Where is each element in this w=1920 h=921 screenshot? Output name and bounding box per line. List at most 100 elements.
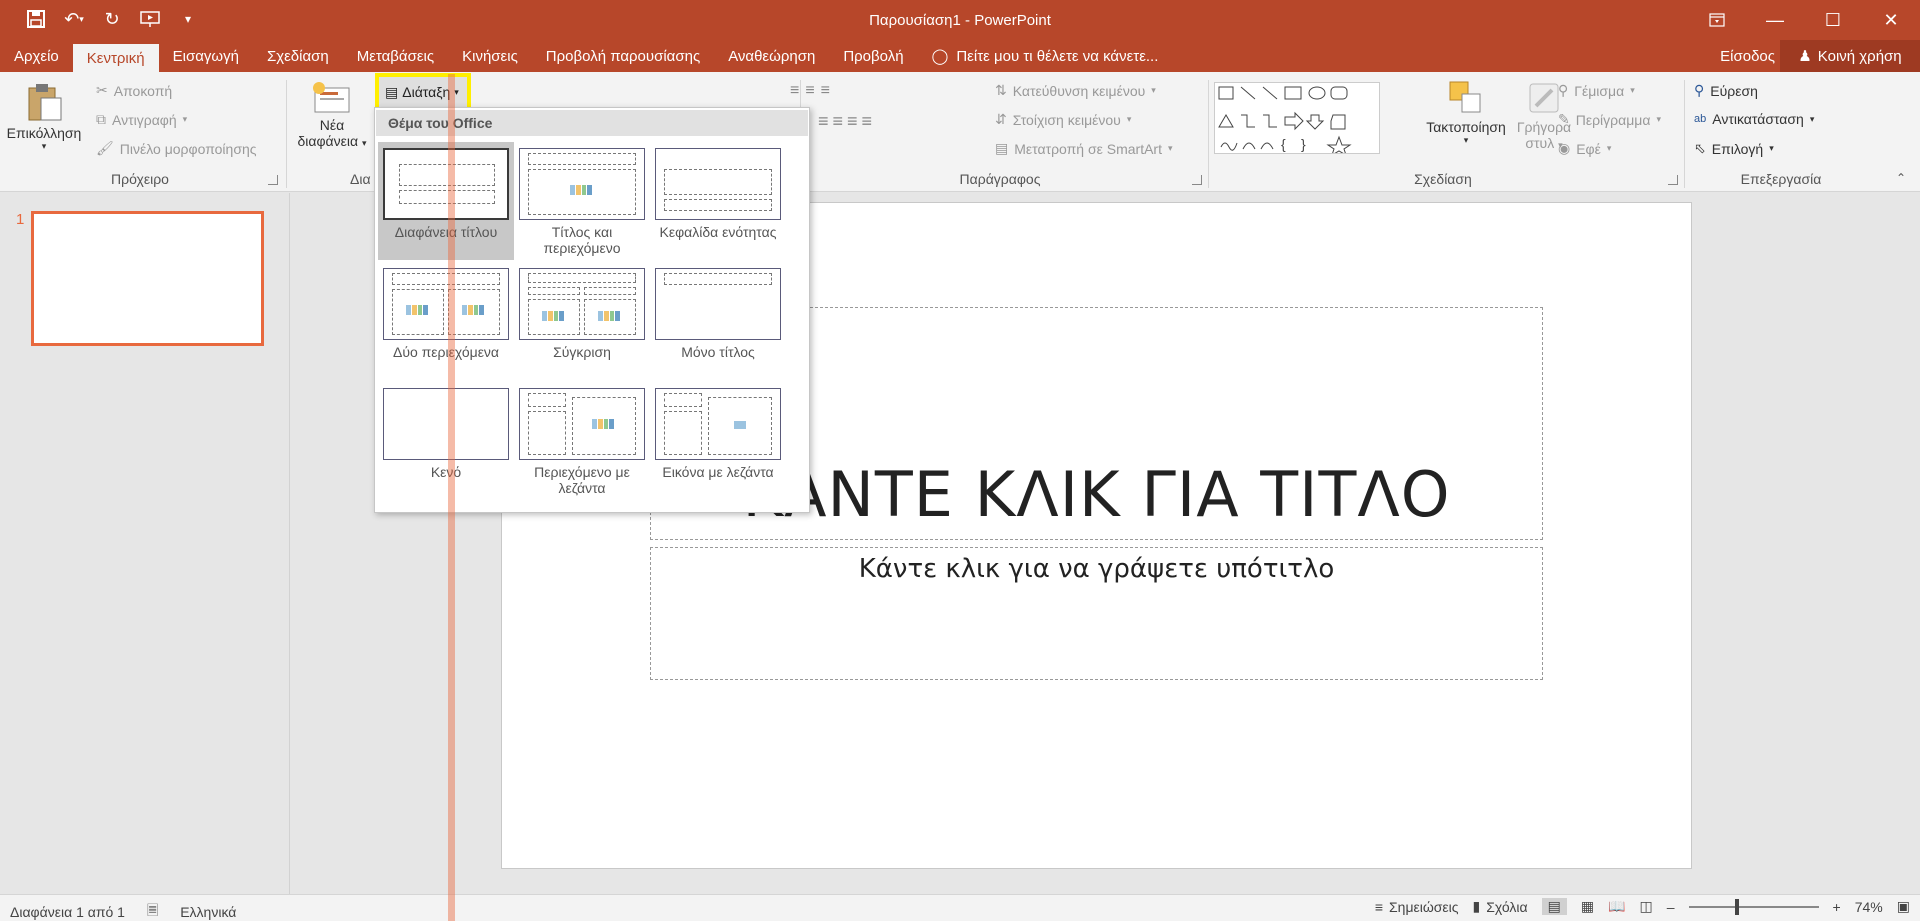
share-person-icon: ♟ [1798,48,1812,65]
group-separator [1208,80,1209,188]
tab-transitions[interactable]: Μεταβάσεις [343,40,448,72]
share-label: Κοινή χρήση [1817,47,1902,65]
new-slide-button[interactable]: Νέα διαφάνεια ▾ [290,80,374,149]
layout-label: Διάταξη [402,84,451,100]
format-painter-button[interactable]: 🖌 Πινέλο μορφοποίησης [96,140,257,157]
select-button[interactable]: ⬁ Επιλογή ▾ [1694,140,1774,157]
subtitle-placeholder[interactable]: Κάντε κλικ για να γράψετε υπότιτλο [650,547,1543,680]
slide-thumbnail[interactable] [31,211,264,346]
layout-title-and-content[interactable]: Τίτλος και περιεχόμενο [514,142,650,256]
comments-button[interactable]: ▮ Σχόλια [1473,898,1528,915]
maximize-icon[interactable]: ☐ [1804,0,1862,40]
minimize-icon[interactable]: — [1746,0,1804,40]
sign-in-link[interactable]: Είσοδος [1720,40,1775,72]
arrange-button[interactable]: Τακτοποίηση ▾ [1420,80,1512,146]
smartart-label: Μετατροπή σε SmartArt [1014,140,1162,157]
ribbon-tabs-bar: Αρχείο Κεντρική Εισαγωγή Σχεδίαση Μεταβά… [0,40,1920,72]
tab-home[interactable]: Κεντρική [72,44,159,72]
cut-button[interactable]: ✂ Αποκοπή [96,82,172,99]
layout-two-content[interactable]: Δύο περιεχόμενα [378,262,514,360]
layout-label: Περιεχόμενο με λεζάντα [534,464,630,496]
copy-button[interactable]: ⧉ Αντιγραφή ▾ [96,111,187,128]
layout-section-header[interactable]: Κεφαλίδα ενότητας [650,142,786,240]
format-painter-label: Πινέλο μορφοποίησης [119,140,257,157]
collapse-ribbon-icon[interactable]: ⌃ [1896,171,1906,185]
quick-styles-icon [1529,83,1559,113]
replace-label: Αντικατάσταση [1712,111,1804,127]
shapes-gallery[interactable]: {} [1214,82,1380,157]
shape-effects-button[interactable]: ◉ Εφέ ▾ [1558,140,1611,157]
layout-comparison[interactable]: Σύγκριση [514,262,650,360]
chevron-down-icon: ▾ [1769,143,1774,153]
tab-animations[interactable]: Κινήσεις [448,40,532,72]
normal-view-icon[interactable]: ▤ [1541,898,1567,915]
layout-title-slide[interactable]: Διαφάνεια τίτλου [378,142,514,260]
layout-label: Τίτλος και περιεχόμενο [543,224,621,256]
convert-smartart-button[interactable]: ▤ Μετατροπή σε SmartArt ▾ [995,140,1173,157]
slide-sorter-icon[interactable]: ▦ [1581,898,1594,915]
ribbon-display-options-icon[interactable] [1688,0,1746,40]
new-slide-label-1: Νέα [319,117,345,133]
zoom-in-icon[interactable]: + [1833,899,1841,915]
layout-content-with-caption[interactable]: Περιεχόμενο με λεζάντα [514,382,650,496]
layout-menu-header: Θέμα του Office [376,110,808,136]
layout-thumbnail [383,268,509,340]
window-title: Παρουσίαση1 - PowerPoint [869,12,1051,29]
spellcheck-icon[interactable]: 🗏 [147,900,158,921]
layout-label: Διαφάνεια τίτλου [394,224,498,240]
picture-icon [734,421,746,429]
tab-design[interactable]: Σχεδίαση [253,40,343,72]
tab-slide-show[interactable]: Προβολή παρουσίασης [532,40,714,72]
zoom-slider-thumb[interactable] [1734,898,1739,915]
layout-thumbnail [519,388,645,460]
paint-bucket-icon: ⚲ [1558,82,1569,98]
group-separator [1684,80,1685,188]
paste-label: Επικόλληση [6,125,82,141]
shape-outline-button[interactable]: ✎ Περίγραμμα ▾ [1558,111,1661,128]
slide-thumbnails-pane: 1 [0,193,290,894]
replace-button[interactable]: ab Αντικατάσταση ▾ [1694,111,1814,127]
list-buttons[interactable]: ≡≡≡ [790,82,836,100]
workspace: 1 ΚΑΝΤΕ ΚΛΙΚ ΓΙΑ ΤΙΤΛΟ Κάντε κλικ για να… [0,193,1920,894]
text-direction-button[interactable]: ⇅ Κατεύθυνση κειμένου ▾ [995,82,1156,99]
lightbulb-icon: ◯ [931,48,949,65]
zoom-level[interactable]: 74% [1855,899,1883,915]
share-button[interactable]: ♟ Κοινή χρήση [1780,40,1920,72]
layout-dropdown: Θέμα του Office Διαφάνεια τίτλου Τίτλος … [374,107,810,513]
layout-picture-with-caption[interactable]: Εικόνα με λεζάντα [650,382,786,480]
replace-icon: ab [1694,113,1707,125]
notes-label: Σημειώσεις [1389,898,1459,915]
align-text-button[interactable]: ⇵ Στοίχιση κειμένου ▾ [995,111,1131,128]
tab-insert[interactable]: Εισαγωγή [159,40,253,72]
find-button[interactable]: ⚲ Εύρεση [1694,82,1758,99]
zoom-slider[interactable] [1688,898,1819,915]
notes-button[interactable]: ≡ Σημειώσεις [1375,899,1459,915]
smartart-icon: ▤ [995,140,1009,156]
close-icon[interactable]: ✕ [1862,0,1920,40]
layout-title-only[interactable]: Μόνο τίτλος [650,262,786,360]
paste-button[interactable]: Επικόλληση ▾ [6,82,82,152]
slideshow-view-icon[interactable]: ◫ [1640,898,1653,915]
tab-file[interactable]: Αρχείο [0,40,73,72]
tab-review[interactable]: Αναθεώρηση [714,40,829,72]
tell-me-box[interactable]: ◯ Πείτε μου τι θέλετε να κάνετε... [918,40,1173,72]
layout-thumbnail [655,388,781,460]
reading-view-icon[interactable]: 📖 [1608,898,1625,915]
thumbnail-number: 1 [16,211,25,228]
clipboard-launcher-icon[interactable] [268,175,278,185]
text-direction-icon: ⇅ [995,82,1007,98]
layout-blank[interactable]: Κενό [378,382,514,480]
shape-outline-label: Περίγραμμα [1575,111,1651,128]
zoom-out-icon[interactable]: – [1667,899,1675,915]
shape-fill-button[interactable]: ⚲ Γέμισμα ▾ [1558,82,1635,99]
tab-view[interactable]: Προβολή [829,40,917,72]
shapes-icon: {} [1218,86,1352,157]
cut-label: Αποκοπή [113,82,173,99]
paste-dropdown-icon[interactable]: ▾ [6,141,82,152]
layout-button[interactable]: ▤ Διάταξη ▾ [375,73,471,111]
drawing-launcher-icon[interactable] [1668,175,1678,185]
paragraph-alignment-buttons[interactable]: ≡≡≡≡ [818,111,876,132]
language-label[interactable]: Ελληνικά [180,904,236,920]
fit-to-window-icon[interactable]: ▣ [1897,898,1910,915]
paragraph-launcher-icon[interactable] [1192,175,1202,185]
